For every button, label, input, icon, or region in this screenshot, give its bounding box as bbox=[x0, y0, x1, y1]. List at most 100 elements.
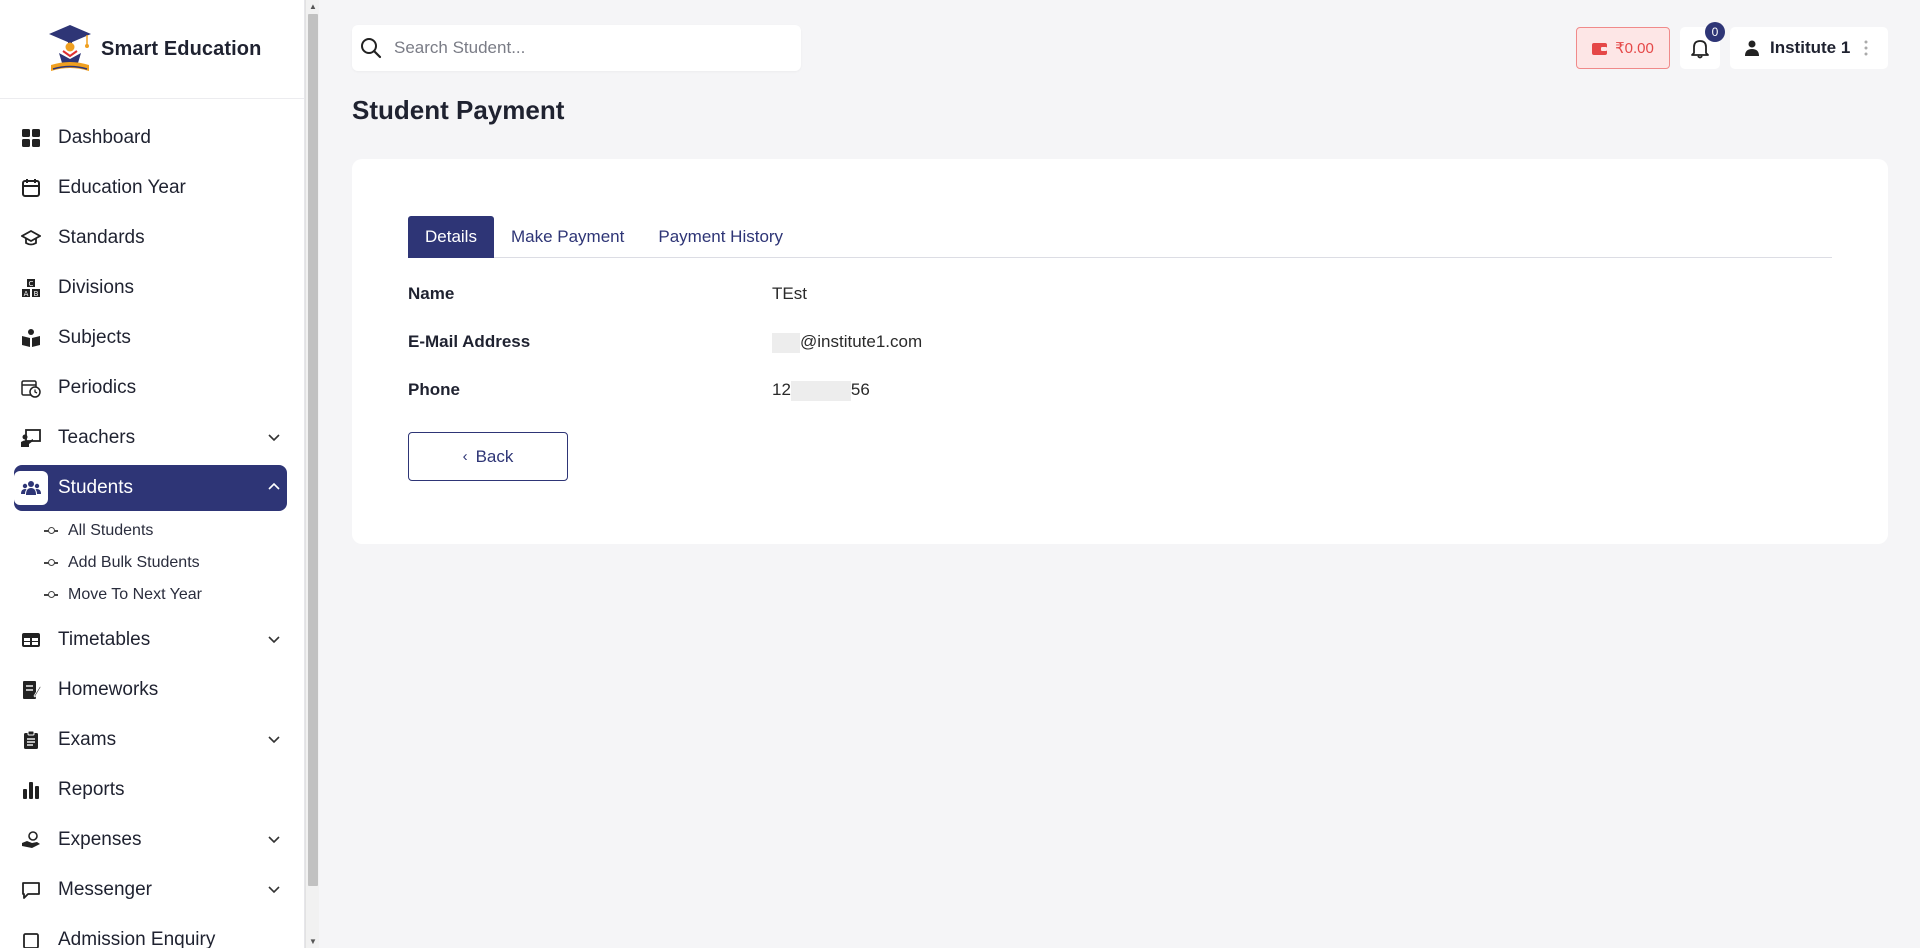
back-button-label: Back bbox=[475, 446, 514, 466]
calendar-icon bbox=[14, 171, 48, 205]
chevron-down-icon bbox=[268, 736, 280, 744]
brand-name: Smart Education bbox=[101, 37, 262, 60]
sidebar-item-label: Standards bbox=[58, 227, 145, 248]
brand[interactable]: Smart Education bbox=[0, 0, 304, 99]
sidebar: Smart Education Dashboard Education Year… bbox=[0, 0, 305, 948]
page-title: Student Payment bbox=[352, 95, 565, 125]
name-value: TEst bbox=[772, 284, 807, 303]
chevron-up-icon bbox=[268, 482, 280, 490]
phone-label: Phone bbox=[408, 380, 460, 399]
submenu-label: All Students bbox=[68, 522, 154, 539]
svg-text:A: A bbox=[24, 290, 29, 298]
student-details-card: Details Make Payment Payment History Nam… bbox=[352, 159, 1888, 544]
sidebar-item-label: Homeworks bbox=[58, 679, 159, 700]
phone-value-wrapper: 12 56 bbox=[772, 380, 870, 401]
detail-row-email: E-Mail Address @institute1.com bbox=[408, 332, 1308, 353]
sidebar-item-label: Reports bbox=[58, 779, 125, 800]
detail-row-phone: Phone 12 56 bbox=[408, 380, 1308, 401]
chevron-down-icon bbox=[268, 886, 280, 894]
enquiry-icon bbox=[14, 923, 48, 948]
detail-row-name: Name TEst bbox=[408, 284, 1308, 304]
user-menu[interactable]: Institute 1 bbox=[1730, 27, 1888, 69]
sidebar-item-students[interactable]: Students bbox=[14, 465, 287, 511]
sidebar-item-label: Periodics bbox=[58, 377, 137, 398]
sidebar-item-label: Messenger bbox=[58, 879, 152, 900]
sidebar-item-standards[interactable]: Standards bbox=[14, 215, 287, 261]
chevron-left-icon: ‹ bbox=[462, 448, 468, 465]
sidebar-item-reports[interactable]: Reports bbox=[14, 767, 287, 813]
students-submenu: All Students Add Bulk Students Move To N… bbox=[44, 515, 304, 611]
sidebar-item-label: Subjects bbox=[58, 327, 131, 348]
sidebar-item-label: Education Year bbox=[58, 177, 186, 198]
abc-blocks-icon: CAB bbox=[14, 271, 48, 305]
submenu-label: Add Bulk Students bbox=[68, 554, 200, 571]
sidebar-item-label: Exams bbox=[58, 729, 117, 750]
chevron-down-icon bbox=[268, 836, 280, 844]
tab-details[interactable]: Details bbox=[408, 216, 494, 258]
sidebar-item-teachers[interactable]: Teachers bbox=[14, 415, 287, 461]
sidebar-item-divisions[interactable]: CAB Divisions bbox=[14, 265, 287, 311]
sidebar-nav: Dashboard Education Year Standards CAB D… bbox=[0, 99, 304, 948]
email-label: E-Mail Address bbox=[408, 332, 531, 351]
svg-text:B: B bbox=[34, 290, 39, 298]
search-box[interactable] bbox=[352, 25, 801, 71]
chevron-down-icon bbox=[268, 636, 280, 644]
message-icon bbox=[14, 873, 48, 907]
sidebar-item-dashboard[interactable]: Dashboard bbox=[14, 115, 287, 161]
redacted-block bbox=[772, 332, 800, 353]
clipboard-icon bbox=[14, 723, 48, 757]
tab-make-payment[interactable]: Make Payment bbox=[494, 216, 641, 258]
search-input[interactable] bbox=[394, 38, 774, 58]
bullet-icon bbox=[44, 527, 58, 535]
phone-suffix: 56 bbox=[850, 380, 870, 399]
sidebar-item-admission-enquiry[interactable]: Admission Enquiry bbox=[14, 917, 287, 948]
tab-payment-history[interactable]: Payment History bbox=[641, 216, 800, 258]
bell-icon bbox=[1691, 40, 1709, 59]
wallet-amount: ₹0.00 bbox=[1615, 40, 1654, 57]
submenu-all-students[interactable]: All Students bbox=[44, 515, 304, 547]
sidebar-item-label: Expenses bbox=[58, 829, 142, 850]
sidebar-item-messenger[interactable]: Messenger bbox=[14, 867, 287, 913]
chevron-down-icon bbox=[268, 434, 280, 442]
submenu-add-bulk-students[interactable]: Add Bulk Students bbox=[44, 547, 304, 579]
table-icon bbox=[14, 623, 48, 657]
scrollbar-thumb[interactable] bbox=[308, 14, 318, 886]
email-value-wrapper: @institute1.com bbox=[772, 332, 922, 353]
book-reader-icon bbox=[14, 321, 48, 355]
sidebar-item-label: Students bbox=[58, 477, 133, 498]
phone-prefix: 12 bbox=[772, 380, 791, 399]
sidebar-item-expenses[interactable]: Expenses bbox=[14, 817, 287, 863]
scroll-up-arrow-icon[interactable]: ▲ bbox=[309, 2, 317, 11]
submenu-move-to-next-year[interactable]: Move To Next Year bbox=[44, 579, 304, 611]
kebab-menu-icon[interactable] bbox=[1864, 39, 1868, 57]
scroll-down-arrow-icon[interactable]: ▼ bbox=[309, 937, 317, 946]
sidebar-item-subjects[interactable]: Subjects bbox=[14, 315, 287, 361]
graduation-cap-icon bbox=[14, 221, 48, 255]
sidebar-item-timetables[interactable]: Timetables bbox=[14, 617, 287, 663]
back-button[interactable]: ‹ Back bbox=[408, 432, 568, 481]
wallet-balance-button[interactable]: ₹0.00 bbox=[1576, 27, 1670, 69]
sidebar-item-homeworks[interactable]: Homeworks bbox=[14, 667, 287, 713]
bullet-icon bbox=[44, 591, 58, 599]
bar-chart-icon bbox=[14, 773, 48, 807]
sidebar-scrollbar[interactable]: ▲ ▼ bbox=[305, 0, 319, 948]
sidebar-item-label: Timetables bbox=[58, 629, 151, 650]
sidebar-item-exams[interactable]: Exams bbox=[14, 717, 287, 763]
submenu-label: Move To Next Year bbox=[68, 586, 203, 603]
sidebar-item-periodics[interactable]: Periodics bbox=[14, 365, 287, 411]
notification-count-badge: 0 bbox=[1705, 22, 1725, 42]
users-icon bbox=[14, 471, 48, 505]
graduation-logo-icon bbox=[49, 25, 91, 71]
sidebar-item-label: Divisions bbox=[58, 277, 135, 298]
redacted-block bbox=[790, 380, 851, 401]
sidebar-item-label: Dashboard bbox=[58, 127, 151, 148]
sidebar-item-label: Teachers bbox=[58, 427, 136, 448]
hand-money-icon bbox=[14, 823, 48, 857]
tab-bar: Details Make Payment Payment History bbox=[408, 216, 1832, 258]
chalkboard-teacher-icon bbox=[14, 421, 48, 455]
bullet-icon bbox=[44, 559, 58, 567]
name-label: Name bbox=[408, 284, 455, 303]
user-icon bbox=[1745, 40, 1759, 56]
sidebar-item-education-year[interactable]: Education Year bbox=[14, 165, 287, 211]
wallet-icon bbox=[1592, 42, 1608, 55]
